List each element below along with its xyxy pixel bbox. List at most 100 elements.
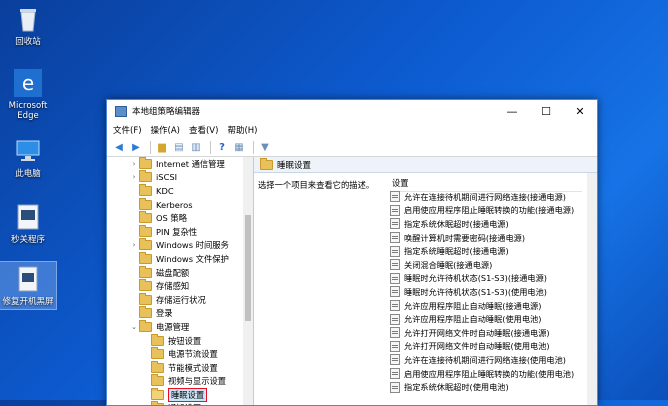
desktop-icon-label: 回收站 — [15, 37, 41, 47]
folder-icon — [139, 170, 152, 183]
setting-label: 指定系统休眠超时(接通电源) — [404, 218, 509, 229]
tree-item[interactable]: 登录 — [107, 306, 253, 321]
title-bar[interactable]: 本地组策略编辑器 — ☐ ✕ — [107, 100, 597, 122]
tree-scrollbar[interactable] — [243, 157, 253, 405]
tree-item-label: Windows 文件保护 — [156, 253, 229, 264]
setting-row[interactable]: 唤醒计算机时需要密码(接通电源) — [390, 231, 574, 245]
tree-item[interactable]: PIN 复杂性 — [107, 224, 253, 239]
up-folder-icon[interactable]: ▆ — [155, 140, 169, 154]
expand-caret-icon[interactable]: › — [129, 241, 139, 249]
filter-icon[interactable]: ▼ — [258, 140, 272, 154]
setting-row[interactable]: 启用使应用程序阻止睡眠转换的功能(使用电池) — [390, 367, 574, 381]
detail-header-title: 睡眠设置 — [277, 160, 312, 171]
tree-item[interactable]: › iSCSI — [107, 170, 253, 185]
close-button[interactable]: ✕ — [563, 100, 597, 122]
tree-item[interactable]: 视频与显示设置 — [107, 374, 253, 389]
tree-item-label: 通知设置 — [168, 402, 201, 405]
tree-item-label: 登录 — [156, 308, 173, 319]
window-title: 本地组策略编辑器 — [132, 107, 201, 117]
show-tree-icon[interactable]: ▤ — [172, 140, 186, 154]
tree-item-label: Windows 时间服务 — [156, 240, 229, 251]
desktop-icon-label: 秒关程序 — [10, 235, 45, 245]
expand-caret-icon[interactable]: ⌄ — [129, 323, 139, 331]
expand-caret-icon[interactable]: › — [129, 173, 139, 181]
help-icon[interactable]: ? — [215, 140, 229, 154]
tree-item[interactable]: 存储感知 — [107, 279, 253, 293]
setting-row[interactable]: 允许应用程序阻止自动睡眠(使用电池) — [390, 312, 574, 326]
menu-action[interactable]: 操作(A) — [151, 124, 180, 136]
tree-item[interactable]: KDC — [107, 183, 253, 198]
desktop-icon-this-pc[interactable]: 此电脑 — [0, 136, 56, 179]
setting-row[interactable]: 允许打开网络文件时自动睡眠(接通电源) — [390, 326, 574, 340]
export-list-icon[interactable]: ▥ — [189, 140, 203, 154]
tree-item[interactable]: 存储运行状况 — [107, 292, 253, 307]
detail-pane: 睡眠设置 选择一个项目来查看它的描述。 设置 允许在连接待机期间进行网络连接(接… — [254, 157, 597, 405]
policy-setting-icon — [390, 259, 400, 271]
setting-row[interactable]: 指定系统休眠超时(使用电池) — [390, 380, 574, 394]
setting-row[interactable]: 允许在连接待机期间进行网络连接(使用电池) — [390, 353, 574, 367]
recycle-bin-icon — [13, 4, 43, 34]
setting-label: 允许打开网络文件时自动睡眠(使用电池) — [404, 341, 550, 352]
setting-label: 唤醒计算机时需要密码(接通电源) — [404, 232, 526, 243]
setting-row[interactable]: 允许打开网络文件时自动睡眠(使用电池) — [390, 340, 574, 354]
desktop-icon-edge[interactable]: e Microsoft Edge — [0, 68, 56, 121]
policy-tree: › Internet 通信管理 › iSCSI KDC Kerberos OS 策略 PIN … — [107, 157, 254, 405]
tree-item[interactable]: Kerberos — [107, 197, 253, 212]
tree-item-label: 视频与显示设置 — [168, 376, 227, 387]
tree-item[interactable]: › Internet 通信管理 — [107, 157, 253, 171]
maximize-button[interactable]: ☐ — [529, 100, 563, 122]
back-icon[interactable]: ◀ — [112, 140, 126, 154]
tree-item[interactable]: OS 策略 — [107, 211, 253, 225]
minimize-button[interactable]: — — [495, 100, 529, 122]
desktop-icon-recycle-bin[interactable]: 回收站 — [0, 4, 56, 47]
folder-icon — [139, 292, 152, 305]
toolbar: ◀ ▶ ▆ ▤ ▥ ? ▦ ▼ — [107, 138, 597, 157]
tree-item[interactable]: 按钮设置 — [107, 333, 253, 348]
setting-label: 允许在连接待机期间进行网络连接(接通电源) — [404, 191, 566, 202]
tree-item[interactable]: ⌄ 电源管理 — [107, 319, 253, 334]
setting-row[interactable]: 启用使应用程序阻止睡眠转换的功能(接通电源) — [390, 204, 574, 218]
tree-item[interactable]: 电源节流设置 — [107, 347, 253, 361]
desktop-icon-repair-boot[interactable]: 修复开机黑屏 — [0, 261, 57, 310]
menu-help[interactable]: 帮助(H) — [227, 124, 257, 136]
setting-row[interactable]: 关闭混合睡眠(接通电源) — [390, 258, 574, 272]
tree-item[interactable]: 通知设置 — [107, 401, 253, 405]
tree-scrollbar-thumb[interactable] — [245, 215, 251, 321]
folder-icon — [139, 183, 152, 196]
tree-item-label: iSCSI — [156, 172, 178, 183]
setting-label: 启用使应用程序阻止睡眠转换的功能(使用电池) — [404, 368, 575, 379]
menu-file[interactable]: 文件(F) — [113, 124, 142, 136]
policy-setting-icon — [390, 245, 400, 257]
forward-icon[interactable]: ▶ — [129, 140, 143, 154]
detail-scrollbar[interactable] — [587, 173, 597, 405]
tree-item[interactable]: Windows 文件保护 — [107, 251, 253, 266]
expand-caret-icon[interactable]: › — [129, 160, 139, 168]
policy-setting-icon — [390, 204, 400, 216]
setting-row[interactable]: 睡眠时允许待机状态(S1-S3)(使用电池) — [390, 285, 574, 299]
desktop-icon-label: Microsoft Edge — [8, 101, 48, 121]
policy-setting-icon — [390, 381, 400, 393]
setting-row[interactable]: 指定系统睡眠超时(接通电源) — [390, 244, 574, 258]
tree-item[interactable]: 节能模式设置 — [107, 360, 253, 375]
folder-icon — [139, 238, 152, 251]
folder-icon — [139, 279, 152, 292]
policy-setting-icon — [390, 354, 400, 366]
setting-label: 允许在连接待机期间进行网络连接(使用电池) — [404, 354, 566, 365]
policy-setting-icon — [390, 191, 400, 203]
policy-editor-icon — [115, 105, 127, 117]
group-policy-editor-window: 本地组策略编辑器 — ☐ ✕ 文件(F) 操作(A) 查看(V) 帮助(H) ◀… — [106, 99, 598, 406]
setting-label: 关闭混合睡眠(接通电源) — [404, 259, 493, 270]
desktop-icon-shortcut[interactable]: 秒关程序 — [0, 202, 56, 245]
tree-item[interactable]: 磁盘配额 — [107, 265, 253, 280]
tree-item-label: 存储运行状况 — [156, 294, 206, 305]
tree-item[interactable]: › Windows 时间服务 — [107, 238, 253, 253]
properties-icon[interactable]: ▦ — [232, 140, 246, 154]
setting-row[interactable]: 允许在连接待机期间进行网络连接(接通电源) — [390, 190, 574, 204]
folder-icon — [151, 333, 164, 346]
toolbar-separator — [150, 140, 151, 154]
setting-row[interactable]: 指定系统休眠超时(接通电源) — [390, 217, 574, 231]
setting-row[interactable]: 睡眠时允许待机状态(S1-S3)(接通电源) — [390, 272, 574, 286]
menu-view[interactable]: 查看(V) — [189, 124, 218, 136]
setting-row[interactable]: 允许应用程序阻止自动睡眠(接通电源) — [390, 299, 574, 313]
folder-icon — [151, 374, 164, 387]
